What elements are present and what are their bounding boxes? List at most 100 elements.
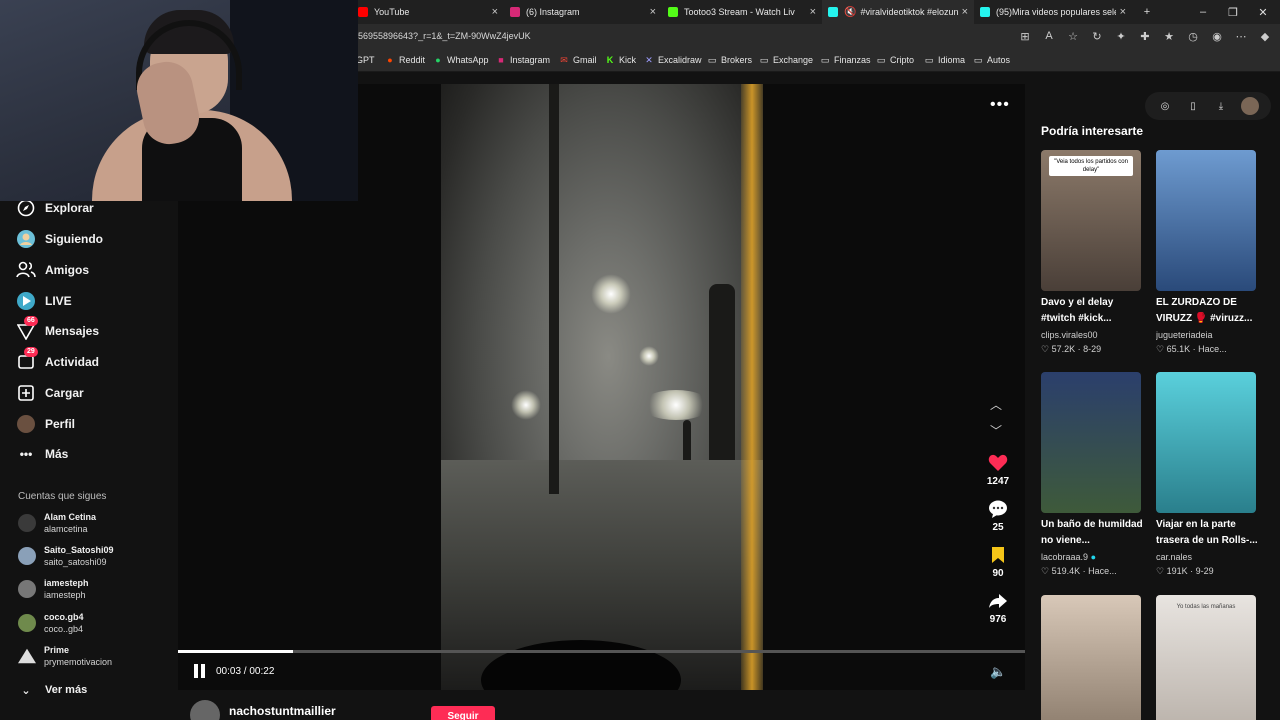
street-light bbox=[639, 346, 659, 366]
puzzle-icon[interactable]: ✚ bbox=[1138, 29, 1152, 43]
bookmark-exchange[interactable]: ▭ Exchange bbox=[759, 54, 813, 66]
followed-account[interactable]: coco.gb4 coco..gb4 bbox=[18, 609, 168, 637]
whatsapp-icon: ● bbox=[435, 55, 441, 65]
folder-icon: ▭ bbox=[924, 54, 934, 65]
followed-account[interactable]: Alam Cetina alamcetina bbox=[18, 509, 168, 537]
save-button[interactable]: 90 bbox=[978, 544, 1018, 579]
chevron-up-icon[interactable]: ︿ bbox=[990, 396, 1002, 413]
bookmark-reddit[interactable]: ● Reddit bbox=[385, 55, 425, 65]
author-username[interactable]: nachostuntmaillier bbox=[229, 704, 336, 718]
follow-button[interactable]: Seguir bbox=[431, 706, 495, 720]
menu-icon[interactable]: ⋯ bbox=[1234, 29, 1248, 43]
volume-icon[interactable]: 🔈 bbox=[990, 664, 1006, 680]
sidebar-item-actividad[interactable]: 29 Actividad bbox=[16, 347, 99, 374]
sidebar-item-mas[interactable]: ••• Más bbox=[16, 442, 69, 466]
favorites-icon[interactable]: ★ bbox=[1162, 29, 1176, 43]
compass-icon[interactable]: ◎ bbox=[1157, 98, 1173, 114]
youtube-icon bbox=[358, 7, 368, 17]
new-tab-icon[interactable]: + bbox=[1132, 0, 1162, 24]
video-progress-bar[interactable] bbox=[178, 650, 1025, 653]
profile-icon[interactable]: ◉ bbox=[1210, 29, 1224, 43]
tab-youtube[interactable]: YouTube × bbox=[352, 0, 504, 24]
tab-title: (6) Instagram bbox=[526, 7, 580, 17]
bookmark-instagram[interactable]: ■ Instagram bbox=[496, 55, 550, 65]
tab-tiktok[interactable]: (95)Mira videos populares selecc × bbox=[974, 0, 1132, 24]
bookmark-cripto[interactable]: ▭ Cripto bbox=[876, 55, 914, 66]
sidebar-item-label: LIVE bbox=[45, 294, 72, 308]
sidebar-item-siguiendo[interactable]: Siguiendo bbox=[16, 227, 103, 251]
close-icon[interactable]: × bbox=[492, 6, 498, 18]
street-light bbox=[591, 274, 631, 314]
window-close-icon[interactable]: ✕ bbox=[1248, 0, 1278, 24]
like-button[interactable]: 1247 bbox=[978, 452, 1018, 487]
phone-icon[interactable]: ▯ bbox=[1185, 98, 1201, 114]
copilot-icon[interactable]: ◆ bbox=[1258, 29, 1272, 43]
star-icon[interactable]: ☆ bbox=[1066, 29, 1080, 43]
recommended-video[interactable]: Viajar en la parte trasera de un Rolls-.… bbox=[1156, 372, 1258, 578]
followed-account[interactable]: iamesteph iamesteph bbox=[18, 575, 168, 603]
more-icon: ••• bbox=[19, 447, 33, 461]
close-icon[interactable]: × bbox=[962, 6, 968, 18]
close-icon[interactable]: × bbox=[810, 6, 816, 18]
followed-account[interactable]: Prime prymemotivacion bbox=[18, 642, 168, 670]
sidebar-item-amigos[interactable]: Amigos bbox=[16, 258, 89, 282]
translate-icon[interactable]: A bbox=[1042, 29, 1056, 43]
recommended-video[interactable]: EL ZURDAZO DE VIRUZZ 🥊 #viruzz... juguet… bbox=[1156, 150, 1258, 356]
folder-icon: ▭ bbox=[973, 54, 983, 65]
more-options-icon[interactable]: ••• bbox=[990, 96, 1010, 114]
user-avatar[interactable] bbox=[1241, 97, 1259, 115]
bookmark-idioma[interactable]: ▭ Idioma bbox=[924, 54, 965, 66]
recommended-video[interactable]: Yo todas las mañanas bbox=[1156, 595, 1258, 720]
bookmark-gpt[interactable]: GPT bbox=[356, 55, 375, 65]
bookmark-whatsapp[interactable]: ● WhatsApp bbox=[433, 55, 489, 65]
history-icon[interactable]: ◷ bbox=[1186, 29, 1200, 43]
download-icon[interactable]: ⤓ bbox=[1213, 98, 1229, 114]
video-time: 00:03 / 00:22 bbox=[216, 665, 275, 677]
tab-title: (95)Mira videos populares selecc bbox=[996, 7, 1116, 17]
bookmark-gmail[interactable]: ✉ Gmail bbox=[559, 54, 597, 66]
bookmark-excalidraw[interactable]: ✕ Excalidraw bbox=[644, 55, 701, 66]
bookmark-kick[interactable]: K Kick bbox=[605, 55, 636, 65]
chevron-down-icon[interactable]: ﹀ bbox=[990, 422, 1002, 439]
sidebar-item-live[interactable]: LIVE bbox=[16, 289, 72, 313]
bookmark-label: WhatsApp bbox=[447, 55, 489, 65]
minimize-icon[interactable]: – bbox=[1188, 0, 1218, 24]
muted-speaker-icon[interactable]: 🔇 bbox=[844, 7, 856, 18]
comment-button[interactable]: 25 bbox=[978, 498, 1018, 533]
verified-icon: ● bbox=[1090, 552, 1096, 562]
refresh-icon[interactable]: ↻ bbox=[1090, 29, 1104, 43]
sidebar-item-cargar[interactable]: Cargar bbox=[16, 381, 84, 405]
recommended-video[interactable] bbox=[1041, 595, 1143, 720]
sidebar-item-perfil[interactable]: Perfil bbox=[16, 412, 75, 436]
sidebar-item-mensajes[interactable]: 66 Mensajes bbox=[16, 316, 99, 343]
tab-kick[interactable]: Tootoo3 Stream - Watch Liv × bbox=[662, 0, 822, 24]
maximize-icon[interactable]: ❐ bbox=[1218, 0, 1248, 24]
author-avatar[interactable] bbox=[190, 700, 220, 720]
folder-icon: ▭ bbox=[707, 54, 717, 65]
screen: YouTube × (6) Instagram × Tootoo3 Stream… bbox=[0, 0, 1280, 720]
close-icon[interactable]: × bbox=[650, 6, 656, 18]
tab-instagram[interactable]: (6) Instagram × bbox=[504, 0, 662, 24]
street-light bbox=[511, 390, 541, 420]
recommended-video[interactable]: "Veia todos los partidos con delay" Davo… bbox=[1041, 150, 1143, 356]
gmail-icon: ✉ bbox=[560, 54, 568, 65]
recommended-video[interactable]: Un baño de humildad no viene... lacobraa… bbox=[1041, 372, 1143, 578]
video-player[interactable] bbox=[441, 84, 763, 690]
folder-icon: ▭ bbox=[759, 54, 769, 65]
bookmark-finanzas[interactable]: ▭ Finanzas bbox=[820, 55, 871, 66]
apps-icon[interactable]: ⊞ bbox=[1018, 29, 1032, 43]
url-input[interactable]: 56955896643?_r=1&_t=ZM-90WwZ4jevUK bbox=[358, 31, 531, 41]
followed-account[interactable]: Saito_Satoshi09 saito_satoshi09 bbox=[18, 542, 168, 570]
close-icon[interactable]: × bbox=[1120, 6, 1126, 18]
tab-title: Tootoo3 Stream - Watch Liv bbox=[684, 7, 795, 17]
see-more-button[interactable]: ⌄ Ver más bbox=[16, 678, 87, 702]
bookmark-label: Gmail bbox=[573, 55, 597, 65]
bookmark-autos[interactable]: ▭ Autos bbox=[973, 54, 1010, 66]
share-button[interactable]: 976 bbox=[978, 590, 1018, 625]
tab-tiktok-active[interactable]: 🔇 #viralvideotiktok #elozuna × bbox=[822, 0, 974, 24]
pause-icon[interactable] bbox=[194, 664, 206, 678]
bookmark-brokers[interactable]: ▭ Brokers bbox=[707, 54, 752, 66]
bookmark-icon bbox=[987, 544, 1009, 566]
extension-icon[interactable]: ✦ bbox=[1114, 29, 1128, 43]
account-handle: alamcetina bbox=[44, 524, 88, 534]
